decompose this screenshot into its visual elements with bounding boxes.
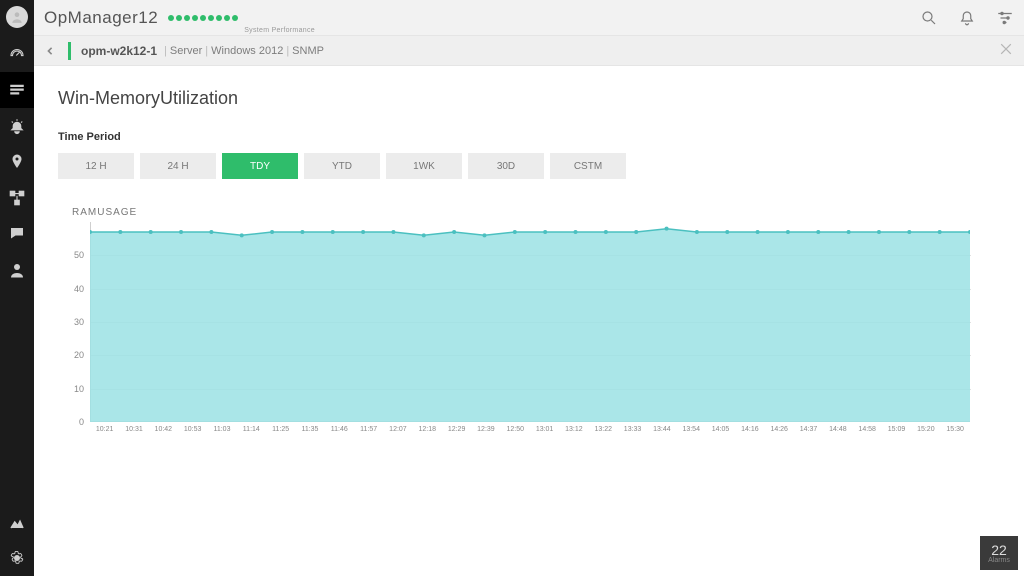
app-title: OpManager12 [44, 8, 158, 28]
avatar[interactable] [6, 6, 28, 28]
alarms-count: 22 [991, 543, 1007, 557]
memory-chart: 01020304050 10:2110:3110:4210:5311:0311:… [62, 222, 982, 452]
period-button-12h[interactable]: 12 H [58, 153, 134, 179]
back-button[interactable] [42, 43, 58, 59]
page-title: Win-MemoryUtilization [58, 88, 1004, 109]
alarms-widget[interactable]: 22 Alarms [980, 536, 1018, 570]
top-bar: OpManager12 System Performance [34, 0, 1024, 36]
nav-dashboard[interactable] [0, 36, 34, 72]
nav-user[interactable] [0, 252, 34, 288]
breadcrumb-part: SNMP [292, 45, 324, 57]
nav-workflow[interactable] [0, 180, 34, 216]
main-content: OpManager12 System Performance opm-w2k12… [34, 0, 1024, 576]
period-button-cstm[interactable]: CSTM [550, 153, 626, 179]
period-button-24h[interactable]: 24 H [140, 153, 216, 179]
nav-settings[interactable] [0, 540, 34, 576]
close-icon[interactable] [998, 41, 1014, 60]
time-period-label: Time Period [58, 131, 1004, 143]
period-button-ytd[interactable]: YTD [304, 153, 380, 179]
nav-maps[interactable] [0, 144, 34, 180]
period-button-tdy[interactable]: TDY [222, 153, 298, 179]
left-nav-rail [0, 0, 34, 576]
breadcrumb: opm-w2k12-1 | Server | Windows 2012 | SN… [34, 36, 1024, 66]
nav-inventory[interactable] [0, 72, 34, 108]
period-button-30d[interactable]: 30D [468, 153, 544, 179]
time-period-buttons: 12 H24 HTDYYTD1WK30DCSTM [58, 153, 1004, 179]
period-button-1wk[interactable]: 1WK [386, 153, 462, 179]
breadcrumb-host[interactable]: opm-w2k12-1 [81, 44, 157, 58]
filter-icon[interactable] [996, 9, 1014, 27]
nav-reports[interactable] [0, 504, 34, 540]
bell-icon[interactable] [958, 9, 976, 27]
chart-series-label: RAMUSAGE [72, 207, 1004, 218]
breadcrumb-part: Windows 2012 [211, 45, 283, 57]
chart-area [90, 222, 970, 422]
page-body: Win-MemoryUtilization Time Period 12 H24… [34, 66, 1024, 576]
performance-dots [168, 15, 238, 21]
search-icon[interactable] [920, 9, 938, 27]
status-stripe [68, 42, 71, 60]
nav-chat[interactable] [0, 216, 34, 252]
breadcrumb-part: Server [170, 45, 202, 57]
alarms-label: Alarms [988, 557, 1010, 564]
nav-alarm[interactable] [0, 108, 34, 144]
performance-subtitle: System Performance [244, 27, 315, 34]
